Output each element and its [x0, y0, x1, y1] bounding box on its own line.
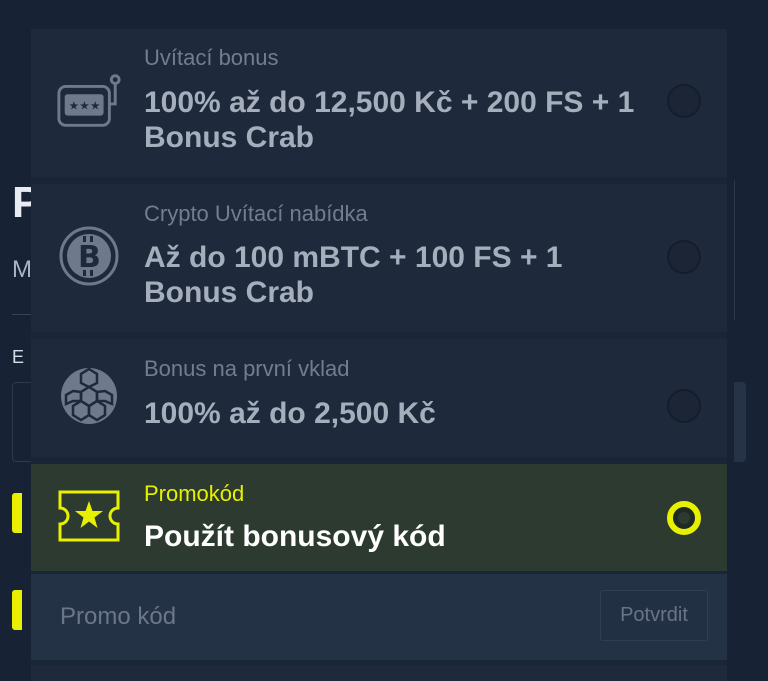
background-divider	[12, 314, 32, 315]
bonus-option-crypto[interactable]: B Crypto Uvítací nabídka Až do 100 mBTC …	[31, 184, 727, 332]
svg-text:★: ★	[90, 99, 100, 113]
background-field-label: E	[12, 347, 25, 367]
background-field-edge	[734, 382, 746, 462]
option-radio[interactable]	[667, 240, 701, 274]
promo-code-row: Potvrdit	[31, 574, 727, 660]
background-button-edge	[12, 590, 22, 630]
option-radio-selected[interactable]	[667, 501, 701, 535]
option-title: Použít bonusový kód	[144, 520, 446, 553]
background-button-edge	[12, 493, 22, 533]
background-subheading: M	[12, 256, 32, 283]
next-option-edge	[31, 665, 727, 681]
option-subtitle: Crypto Uvítací nabídka	[144, 201, 368, 226]
option-title: 100% až do 12,500 Kč + 200 FS + 1 Bonus …	[144, 86, 635, 154]
bonus-option-first-deposit[interactable]: Bonus na první vklad 100% až do 2,500 Kč	[31, 339, 727, 457]
option-radio[interactable]	[667, 84, 701, 118]
promo-code-input[interactable]	[31, 574, 591, 660]
ticket-star-icon	[55, 482, 123, 550]
svg-text:★: ★	[79, 99, 89, 113]
background-divider	[734, 180, 735, 320]
option-title: Až do 100 mBTC + 100 FS + 1 Bonus Crab	[144, 241, 563, 309]
option-title: 100% až do 2,500 Kč	[144, 397, 436, 430]
confirm-button[interactable]: Potvrdit	[600, 590, 708, 641]
bonus-dropdown: ★ ★ ★ Uvítací bonus 100% až do 12,500 Kč…	[31, 29, 727, 681]
bonus-option-promocode[interactable]: Promokód Použít bonusový kód	[31, 464, 727, 571]
option-radio[interactable]	[667, 389, 701, 423]
svg-text:B: B	[78, 240, 101, 275]
option-subtitle: Bonus na první vklad	[144, 356, 350, 381]
option-subtitle: Uvítací bonus	[144, 45, 279, 70]
option-subtitle: Promokód	[144, 481, 245, 506]
soccer-ball-icon	[55, 362, 123, 430]
svg-text:★: ★	[69, 99, 79, 113]
slot-machine-icon: ★ ★ ★	[55, 67, 123, 135]
bitcoin-icon: B	[55, 222, 123, 290]
background-field	[12, 382, 32, 462]
bonus-option-welcome[interactable]: ★ ★ ★ Uvítací bonus 100% až do 12,500 Kč…	[31, 29, 727, 177]
